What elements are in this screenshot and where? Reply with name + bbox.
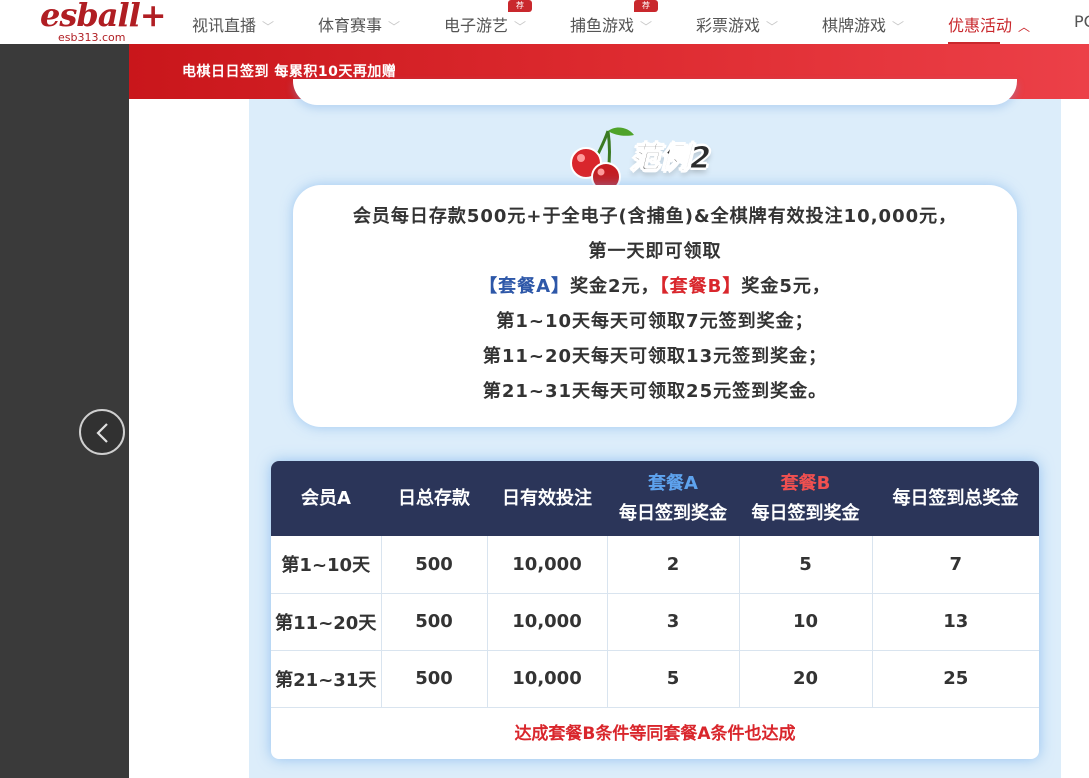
esball-logo[interactable]: esball+ esb313.com xyxy=(40,0,167,44)
cell-package-b: 5 xyxy=(739,536,873,594)
description-line: 会员每日存款500元+于全电子(含捕鱼)&全棋牌有效投注10,000元， xyxy=(352,206,958,227)
description-card: 会员每日存款500元+于全电子(含捕鱼)&全棋牌有效投注10,000元， 第一天… xyxy=(293,185,1017,427)
cell-package-b: 20 xyxy=(739,650,873,708)
chevron-down-icon: ﹀ xyxy=(388,20,401,34)
cell-period: 第1~10天 xyxy=(271,536,382,594)
nav-item-fishing[interactable]: 捕鱼游戏 ﹀ 荐 xyxy=(570,0,658,35)
cell-bet: 10,000 xyxy=(487,650,608,708)
promotion-content[interactable]: 范例2 会员每日存款500元+于全电子(含捕鱼)&全棋牌有效投注10,000元，… xyxy=(249,79,1061,778)
header-member: 会员A xyxy=(271,461,381,536)
nav-item-promotions[interactable]: 优惠活动 ︿ xyxy=(948,12,1031,44)
previous-example-card xyxy=(293,79,1017,105)
nav-label: 捕鱼游戏 xyxy=(570,16,635,35)
description-line: 第11~20天每天可领取13元签到奖金； xyxy=(482,346,828,367)
nav-item-lottery[interactable]: 彩票游戏 ﹀ xyxy=(696,12,779,35)
nav-label: 优惠活动 xyxy=(948,16,1013,35)
nav-item-sports[interactable]: 体育赛事 ﹀ xyxy=(318,12,401,35)
promotion-modal: 电棋日日签到 每累积10天再加赠 范例2 会员每日存款500元+于全电子(含捕鱼… xyxy=(129,44,1089,778)
description-packages-line: 【套餐A】奖金2元，【套餐B】奖金5元， xyxy=(293,269,1017,304)
cell-package-a: 2 xyxy=(607,536,740,594)
description-line: 第21~31天每天可领取25元签到奖金。 xyxy=(482,381,828,402)
description-line: 第1~10天每天可领取7元签到奖金； xyxy=(496,311,814,332)
logo-text: esball+ xyxy=(40,0,167,34)
cell-total: 13 xyxy=(872,593,1039,651)
table-row: 第11~20天 500 10,000 3 10 13 xyxy=(271,593,1039,651)
chevron-up-icon: ︿ xyxy=(1018,20,1031,34)
header-package-b: 套餐B 每日签到奖金 xyxy=(739,461,872,536)
modal-title: 电棋日日签到 每累积10天再加赠 xyxy=(182,64,397,80)
cell-bet: 10,000 xyxy=(487,593,608,651)
table-row: 第21~31天 500 10,000 5 20 25 xyxy=(271,650,1039,708)
description-line: 第一天即可领取 xyxy=(588,241,722,262)
chevron-down-icon: ﹀ xyxy=(766,20,779,34)
cell-deposit: 500 xyxy=(381,536,488,594)
nav-item-board-games[interactable]: 棋牌游戏 ﹀ xyxy=(822,12,905,35)
nav-label: 体育赛事 xyxy=(318,16,383,35)
cell-period: 第21~31天 xyxy=(271,650,382,708)
cell-total: 25 xyxy=(872,650,1039,708)
header-package-b-sub: 每日签到奖金 xyxy=(751,502,860,524)
bonus-table: 会员A 日总存款 日有效投注 套餐A 每日签到奖金 套餐B 每日签到奖金 每日签… xyxy=(271,461,1039,759)
cell-package-b: 10 xyxy=(739,593,873,651)
chevron-down-icon: ﹀ xyxy=(514,20,527,34)
chevron-down-icon: ﹀ xyxy=(892,20,905,34)
table-header-row: 会员A 日总存款 日有效投注 套餐A 每日签到奖金 套餐B 每日签到奖金 每日签… xyxy=(271,461,1039,536)
header-package-a-sub: 每日签到奖金 xyxy=(619,502,727,524)
nav-label: 电子游艺 xyxy=(444,16,509,35)
nav-item-pc[interactable]: PC xyxy=(1074,12,1089,34)
cell-package-a: 3 xyxy=(607,593,740,651)
previous-slide-button[interactable] xyxy=(79,409,125,455)
nav-item-slots[interactable]: 电子游艺 ﹀ 荐 xyxy=(444,0,532,35)
cell-bet: 10,000 xyxy=(487,536,608,594)
table-note: 达成套餐B条件等同套餐A条件也达成 xyxy=(514,723,796,744)
header-deposit: 日总存款 xyxy=(381,461,487,536)
cell-deposit: 500 xyxy=(381,650,488,708)
nav-label: 彩票游戏 xyxy=(696,16,761,35)
nav-label: 视讯直播 xyxy=(192,16,257,35)
recommend-badge: 荐 xyxy=(508,0,532,12)
logo-domain: esb313.com xyxy=(58,31,126,44)
header-package-b-name: 套餐B xyxy=(780,472,831,494)
table-row: 第1~10天 500 10,000 2 5 7 xyxy=(271,536,1039,594)
chevron-left-icon xyxy=(96,423,108,443)
cell-period: 第11~20天 xyxy=(271,593,382,651)
package-a-label: 【套餐A】 xyxy=(479,276,571,297)
top-navigation: esball+ esb313.com 视讯直播 ﹀ 体育赛事 ﹀ 电子游艺 ﹀ 荐 捕… xyxy=(0,0,1089,44)
header-total: 每日签到总奖金 xyxy=(872,461,1039,536)
package-b-label: 【套餐B】 xyxy=(659,276,742,297)
nav-label: 棋牌游戏 xyxy=(822,16,887,35)
header-bet: 日有效投注 xyxy=(487,461,607,536)
recommend-badge: 荐 xyxy=(634,0,658,12)
chevron-down-icon: ﹀ xyxy=(262,20,275,34)
example-title: 范例2 xyxy=(630,141,712,177)
cell-deposit: 500 xyxy=(381,593,488,651)
example-heading: 范例2 xyxy=(564,123,764,193)
package-a-bonus: 奖金2元， xyxy=(570,276,660,297)
package-b-bonus: 奖金5元， xyxy=(741,276,831,297)
nav-item-live-video[interactable]: 视讯直播 ﹀ xyxy=(192,12,275,35)
header-package-a: 套餐A 每日签到奖金 xyxy=(607,461,739,536)
nav-label: PC xyxy=(1074,12,1089,31)
chevron-down-icon: ﹀ xyxy=(640,20,653,34)
header-package-a-name: 套餐A xyxy=(648,472,698,494)
cell-package-a: 5 xyxy=(607,650,740,708)
cell-total: 7 xyxy=(872,536,1039,594)
